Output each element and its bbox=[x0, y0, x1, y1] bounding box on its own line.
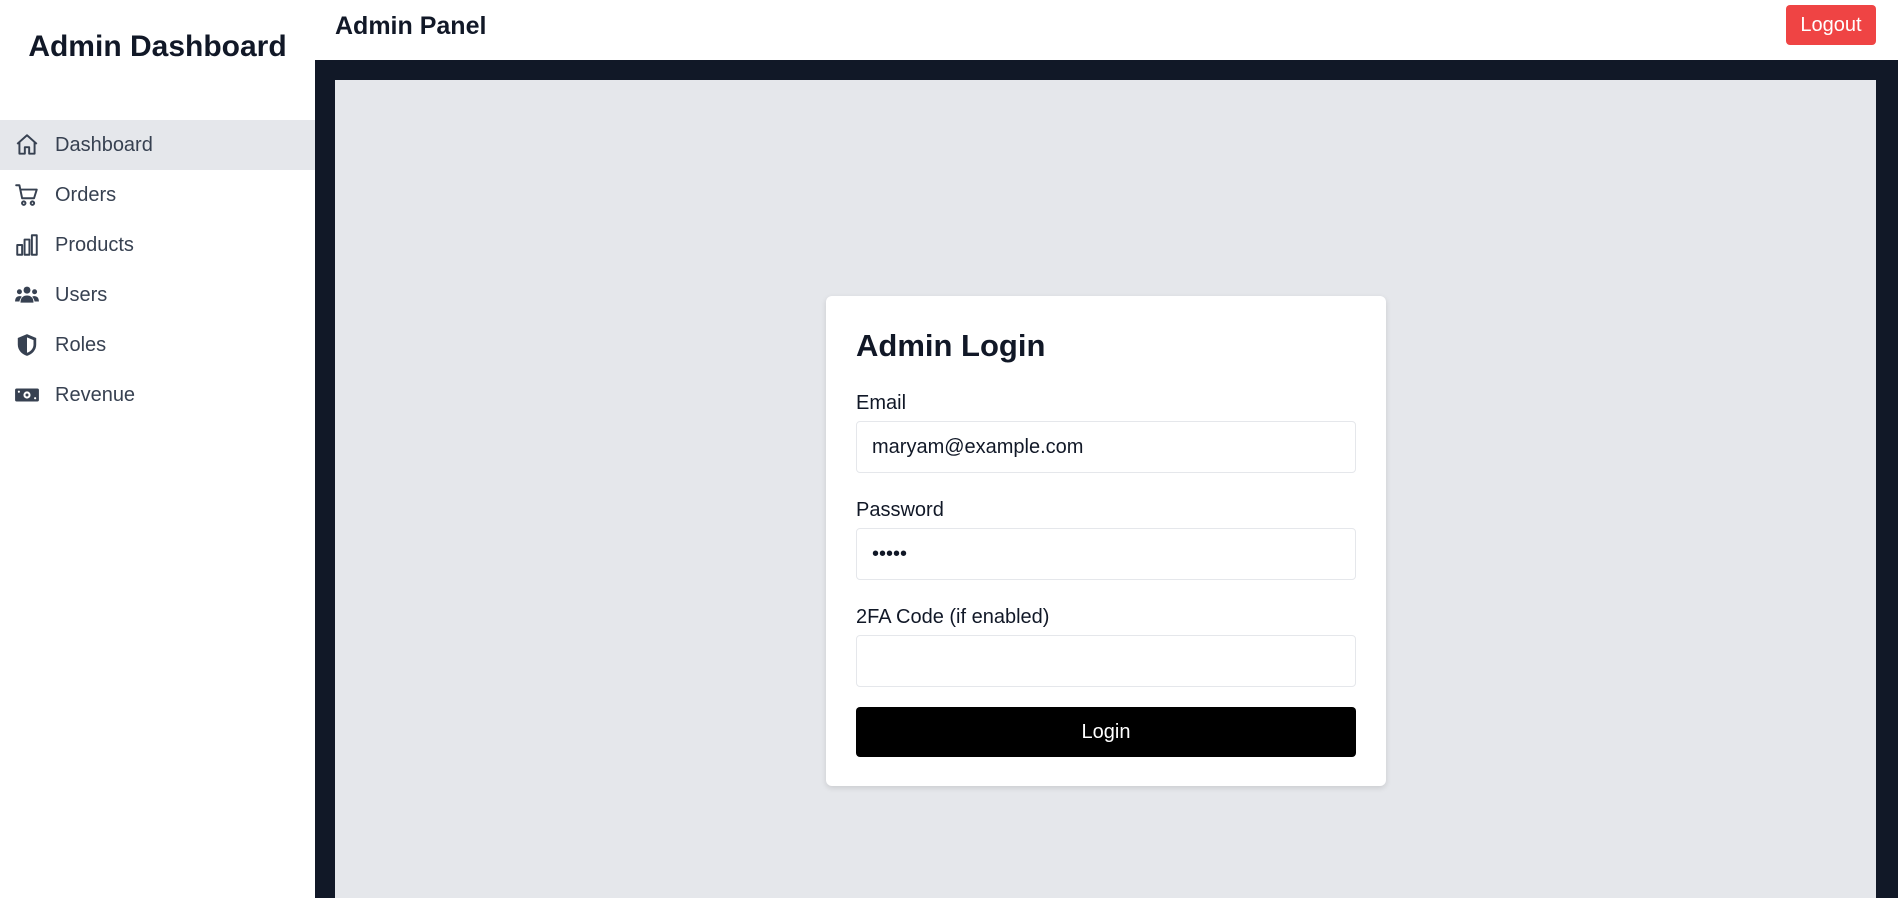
password-label: Password bbox=[856, 499, 944, 521]
sidebar-item-label: Users bbox=[55, 283, 108, 306]
bar-chart-icon bbox=[14, 232, 40, 258]
page-title: Admin Panel bbox=[335, 12, 487, 40]
sidebar-item-label: Revenue bbox=[55, 383, 136, 406]
topbar: Admin Panel Logout bbox=[315, 0, 1898, 60]
twofa-label: 2FA Code (if enabled) bbox=[856, 606, 1050, 628]
home-icon bbox=[14, 132, 40, 158]
sidebar-item-users[interactable]: Users bbox=[0, 270, 315, 320]
twofa-code-field[interactable] bbox=[856, 635, 1356, 687]
login-card: Admin Login Email Password 2FA Code (if … bbox=[826, 296, 1386, 786]
login-button[interactable]: Login bbox=[856, 707, 1356, 757]
sidebar-item-label: Orders bbox=[55, 183, 117, 206]
login-title: Admin Login bbox=[856, 328, 1046, 363]
sidebar-item-label: Products bbox=[55, 233, 134, 256]
sidebar-title: Admin Dashboard bbox=[28, 30, 287, 63]
sidebar-item-dashboard[interactable]: Dashboard bbox=[0, 120, 315, 170]
password-field[interactable] bbox=[856, 528, 1356, 580]
money-icon bbox=[14, 382, 40, 408]
sidebar: Admin Dashboard Dashboard Orders Product… bbox=[0, 0, 315, 898]
email-label: Email bbox=[856, 392, 907, 414]
cart-icon bbox=[14, 182, 40, 208]
email-field[interactable] bbox=[856, 421, 1356, 473]
logout-button[interactable]: Logout bbox=[1786, 5, 1876, 45]
shield-icon bbox=[14, 332, 40, 358]
sidebar-item-label: Dashboard bbox=[55, 133, 153, 156]
users-icon bbox=[14, 282, 40, 308]
main-content-frame: Admin Login Email Password 2FA Code (if … bbox=[315, 60, 1898, 898]
sidebar-item-roles[interactable]: Roles bbox=[0, 320, 315, 370]
main-content: Admin Login Email Password 2FA Code (if … bbox=[335, 80, 1876, 898]
sidebar-nav: Dashboard Orders Products Users Roles Re… bbox=[0, 120, 315, 420]
sidebar-item-products[interactable]: Products bbox=[0, 220, 315, 270]
sidebar-item-label: Roles bbox=[55, 333, 107, 356]
sidebar-item-revenue[interactable]: Revenue bbox=[0, 370, 315, 420]
sidebar-item-orders[interactable]: Orders bbox=[0, 170, 315, 220]
